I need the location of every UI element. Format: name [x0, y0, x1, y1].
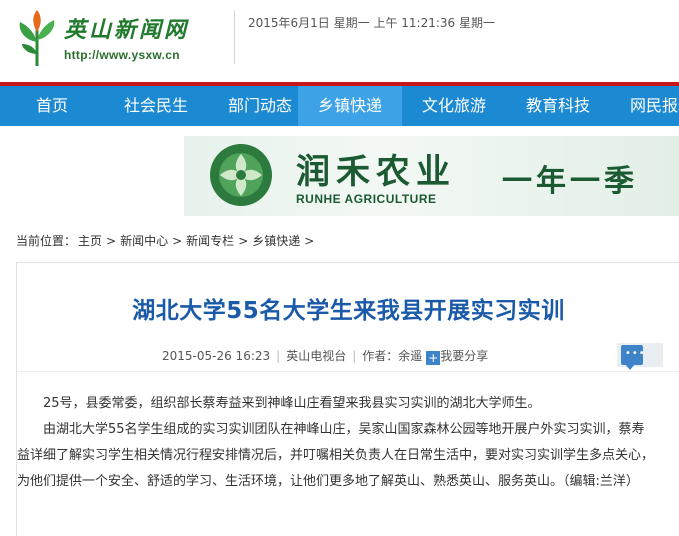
article-paragraph: 由湖北大学55名学生组成的实习实训团队在神峰山庄，吴家山国家森林公园等地开展户外…	[17, 422, 655, 489]
article-title: 湖北大学55名大学生来我县开展实习实训	[132, 298, 565, 324]
article-paragraph: 25号，县委常委，组织部长蔡寿益来到神峰山庄看望来我县实习实训的湖北大学师生。	[43, 396, 541, 411]
article-author: 作者：余遥	[362, 349, 423, 363]
breadcrumb: 当前位置： 主页 > 新闻中心 > 新闻专栏 > 乡镇快递 >	[16, 232, 318, 249]
site-logo[interactable]: 英山新闻网 http://www.ysxw.cn	[14, 8, 214, 70]
article-source: 英山电视台	[286, 349, 347, 363]
breadcrumb-item-news-center[interactable]: 新闻中心	[120, 234, 168, 248]
logo-title: 英山新闻网	[64, 17, 190, 43]
breadcrumb-separator: >	[238, 234, 249, 248]
logo-url: http://www.ysxw.cn	[64, 48, 180, 62]
article-panel: 湖北大学55名大学生来我县开展实习实训 2015-05-26 16:23 | 英山电…	[16, 262, 679, 536]
banner-slogan: 一年一季	[502, 164, 638, 199]
breadcrumb-item-township[interactable]: 乡镇快递	[252, 234, 300, 248]
share-button[interactable]: 我要分享	[440, 349, 488, 363]
nav-item-culture[interactable]: 文化旅游	[402, 86, 506, 126]
breadcrumb-prefix: 当前位置：	[16, 234, 77, 248]
banner-brand: 润禾农业	[296, 152, 456, 192]
nav-item-society[interactable]: 社会民生	[104, 86, 208, 126]
article-date: 2015-05-26 16:23	[162, 349, 271, 363]
breadcrumb-item-home[interactable]: 主页	[78, 234, 102, 248]
main-nav: 首页 社会民生 部门动态 乡镇快递 文化旅游 教育科技 网民报料	[0, 86, 679, 126]
breadcrumb-item-news-column[interactable]: 新闻专栏	[186, 234, 234, 248]
breadcrumb-separator: >	[172, 234, 183, 248]
current-datetime: 2015年6月1日 星期一 上午 11:21:36 星期一	[248, 16, 495, 30]
comment-button[interactable]: •••	[617, 343, 663, 370]
banner-brand-en: RUNHE AGRICULTURE	[296, 192, 437, 206]
leaf-logo-icon	[19, 10, 55, 66]
nav-item-township[interactable]: 乡镇快递	[298, 86, 402, 126]
meta-divider	[17, 371, 679, 372]
nav-item-education[interactable]: 教育科技	[506, 86, 610, 126]
breadcrumb-separator: >	[106, 234, 117, 248]
site-header: 英山新闻网 http://www.ysxw.cn 2015年6月1日 星期一 上…	[0, 0, 679, 82]
plus-share-icon[interactable]: +	[426, 351, 441, 365]
comment-icon: •••	[621, 345, 645, 370]
nav-item-home[interactable]: 首页	[0, 86, 104, 126]
nav-item-reports[interactable]: 网民报料	[610, 86, 679, 126]
nav-item-departments[interactable]: 部门动态	[208, 86, 312, 126]
breadcrumb-separator: >	[304, 234, 315, 248]
article-body: 25号，县委常委，组织部长蔡寿益来到神峰山庄看望来我县实习实训的湖北大学师生。 …	[17, 391, 657, 495]
ad-banner[interactable]: 润禾农业 RUNHE AGRICULTURE 一年一季	[184, 136, 679, 216]
flower-logo-icon	[210, 144, 272, 206]
article-meta: 2015-05-26 16:23 | 英山电视台 | 作者：余遥 + 我要分享	[162, 349, 489, 365]
header-divider	[234, 10, 235, 64]
